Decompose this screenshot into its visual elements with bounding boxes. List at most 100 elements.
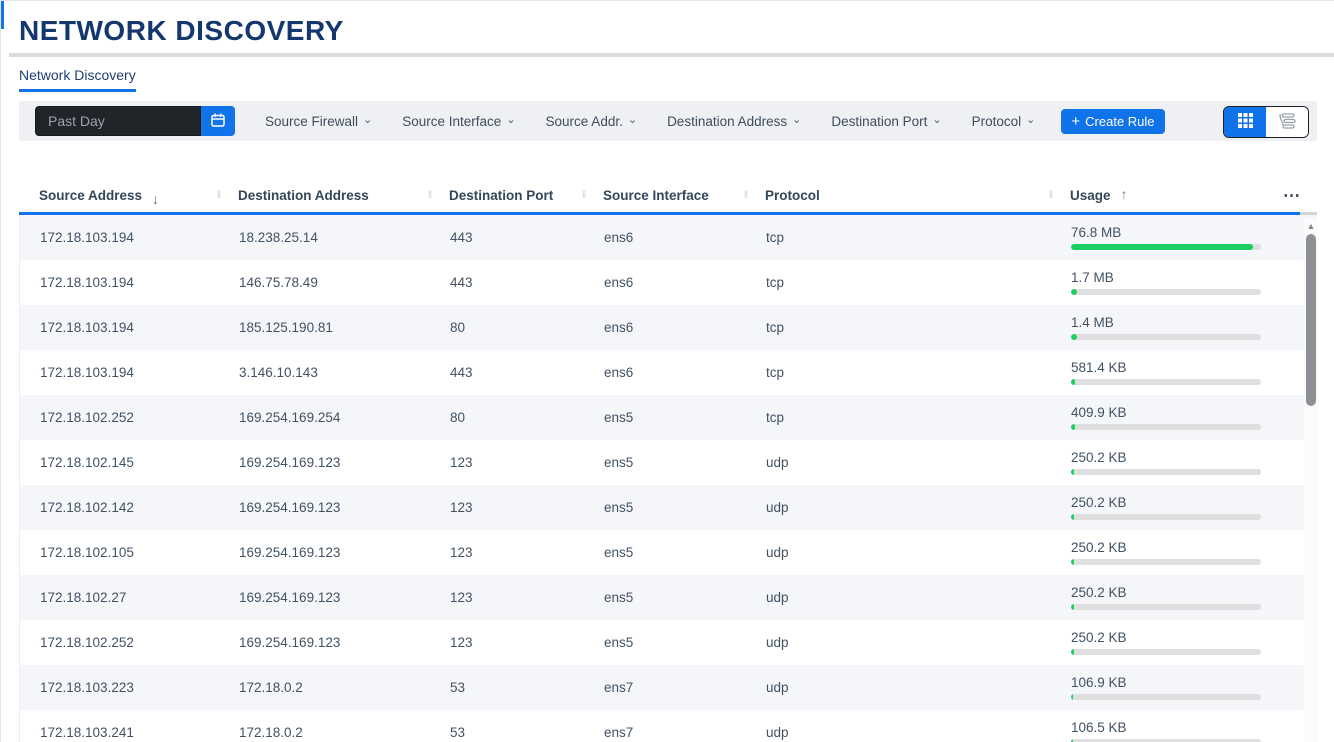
table-row[interactable]: 172.18.103.194 185.125.190.81 80 ens6 tc…: [20, 305, 1317, 350]
usage-bar: [1071, 559, 1261, 565]
chevron-down-icon: ⌄: [363, 113, 372, 126]
cell-destination-address: 185.125.190.81: [219, 320, 430, 335]
filter-destination-address[interactable]: Destination Address ⌄: [667, 114, 801, 129]
filter-source-firewall[interactable]: Source Firewall ⌄: [265, 114, 372, 129]
column-header-destination-port[interactable]: ‖ Destination Port: [429, 188, 583, 203]
column-header-source-address[interactable]: Source Address ↓: [19, 188, 218, 204]
usage-bar-fill: [1071, 559, 1074, 565]
cell-source-interface: ens5: [584, 635, 746, 650]
table-row[interactable]: 172.18.102.142 169.254.169.123 123 ens5 …: [20, 485, 1317, 530]
filter-source-interface[interactable]: Source Interface ⌄: [402, 114, 515, 129]
column-divider[interactable]: ‖: [217, 190, 221, 201]
chevron-down-icon: ⌄: [628, 113, 637, 126]
cell-source-address: 172.18.102.27: [20, 590, 219, 605]
table-row[interactable]: 172.18.103.194 146.75.78.49 443 ens6 tcp…: [20, 260, 1317, 305]
cell-usage: 250.2 KB: [1051, 630, 1278, 655]
table-row[interactable]: 172.18.102.252 169.254.169.123 123 ens5 …: [20, 620, 1317, 665]
usage-bar: [1071, 289, 1261, 295]
cell-usage: 106.5 KB: [1051, 720, 1278, 742]
cell-source-address: 172.18.102.142: [20, 500, 219, 515]
cell-usage: 1.4 MB: [1051, 315, 1278, 340]
column-header-usage[interactable]: ‖ Usage ↑: [1050, 188, 1277, 204]
cell-protocol: tcp: [746, 365, 1051, 380]
table-body: 172.18.103.194 18.238.25.14 443 ens6 tcp…: [19, 215, 1317, 742]
usage-bar: [1071, 379, 1261, 385]
usage-bar: [1071, 469, 1261, 475]
calendar-icon: [209, 111, 227, 132]
usage-bar-fill: [1071, 334, 1077, 340]
cell-source-interface: ens7: [584, 725, 746, 740]
column-header-source-interface[interactable]: ‖ Source Interface: [583, 188, 745, 203]
flow-view-button[interactable]: [1266, 107, 1308, 137]
cell-source-interface: ens6: [584, 320, 746, 335]
cell-usage: 250.2 KB: [1051, 585, 1278, 610]
usage-bar-fill: [1071, 604, 1074, 610]
cell-protocol: tcp: [746, 320, 1051, 335]
chevron-down-icon: ⌄: [932, 113, 941, 126]
cell-usage: 76.8 MB: [1051, 225, 1278, 250]
usage-bar-fill: [1071, 289, 1077, 295]
table-row[interactable]: 172.18.102.105 169.254.169.123 123 ens5 …: [20, 530, 1317, 575]
usage-bar-fill: [1071, 244, 1253, 250]
usage-bar: [1071, 514, 1261, 520]
cell-usage: 1.7 MB: [1051, 270, 1278, 295]
usage-bar: [1071, 244, 1261, 250]
cell-source-address: 172.18.103.194: [20, 230, 219, 245]
grid-icon: [1237, 112, 1254, 132]
cell-destination-address: 172.18.0.2: [219, 725, 430, 740]
table-row[interactable]: 172.18.103.241 172.18.0.2 53 ens7 udp 10…: [20, 710, 1317, 742]
vertical-scrollbar[interactable]: ▲: [1304, 219, 1318, 742]
column-options-button[interactable]: ⋯: [1277, 186, 1317, 206]
usage-bar: [1071, 694, 1261, 700]
cell-usage: 409.9 KB: [1051, 405, 1278, 430]
table-row[interactable]: 172.18.103.223 172.18.0.2 53 ens7 udp 10…: [20, 665, 1317, 710]
filter-destination-port[interactable]: Destination Port ⌄: [831, 114, 941, 129]
cell-protocol: tcp: [746, 410, 1051, 425]
usage-bar-fill: [1071, 694, 1073, 700]
table-row[interactable]: 172.18.103.194 3.146.10.143 443 ens6 tcp…: [20, 350, 1317, 395]
usage-bar-fill: [1071, 424, 1075, 430]
column-divider[interactable]: ‖: [582, 190, 586, 201]
cell-destination-address: 169.254.169.123: [219, 500, 430, 515]
table-view-button[interactable]: [1224, 107, 1266, 137]
usage-bar-fill: [1071, 469, 1074, 475]
column-header-protocol[interactable]: ‖ Protocol: [745, 188, 1050, 203]
cell-source-address: 172.18.102.252: [20, 410, 219, 425]
cell-destination-address: 3.146.10.143: [219, 365, 430, 380]
cell-destination-port: 123: [430, 455, 584, 470]
date-range-input[interactable]: [35, 106, 201, 136]
cell-source-address: 172.18.102.145: [20, 455, 219, 470]
tab-network-discovery[interactable]: Network Discovery: [19, 67, 136, 92]
cell-source-interface: ens7: [584, 680, 746, 695]
ellipsis-icon: ⋯: [1283, 186, 1301, 206]
cell-source-address: 172.18.103.241: [20, 725, 219, 740]
cell-source-address: 172.18.103.223: [20, 680, 219, 695]
scroll-up-arrow-icon[interactable]: ▲: [1304, 219, 1318, 233]
column-divider[interactable]: ‖: [744, 190, 748, 201]
cell-protocol: udp: [746, 680, 1051, 695]
table-row[interactable]: 172.18.102.27 169.254.169.123 123 ens5 u…: [20, 575, 1317, 620]
filter-protocol[interactable]: Protocol ⌄: [972, 114, 1036, 129]
cell-source-interface: ens6: [584, 230, 746, 245]
table-row[interactable]: 172.18.103.194 18.238.25.14 443 ens6 tcp…: [20, 215, 1317, 260]
cell-destination-port: 443: [430, 230, 584, 245]
cell-destination-port: 80: [430, 410, 584, 425]
scrollbar-thumb[interactable]: [1306, 234, 1316, 406]
column-divider[interactable]: ‖: [1049, 190, 1053, 201]
edge-accent-bar: [1, 1, 4, 29]
column-divider[interactable]: ‖: [428, 190, 432, 201]
cell-usage: 250.2 KB: [1051, 495, 1278, 520]
cell-source-interface: ens6: [584, 275, 746, 290]
create-rule-button[interactable]: + Create Rule: [1061, 109, 1164, 134]
cell-destination-port: 123: [430, 500, 584, 515]
date-range-group: [35, 106, 235, 136]
filter-source-addr[interactable]: Source Addr. ⌄: [546, 114, 638, 129]
cell-source-address: 172.18.103.194: [20, 365, 219, 380]
table-row[interactable]: 172.18.102.145 169.254.169.123 123 ens5 …: [20, 440, 1317, 485]
cell-protocol: udp: [746, 725, 1051, 740]
cell-source-interface: ens5: [584, 545, 746, 560]
column-header-destination-address[interactable]: ‖ Destination Address: [218, 188, 429, 203]
table-row[interactable]: 172.18.102.252 169.254.169.254 80 ens5 t…: [20, 395, 1317, 440]
title-divider: [9, 53, 1334, 57]
calendar-button[interactable]: [201, 106, 235, 136]
